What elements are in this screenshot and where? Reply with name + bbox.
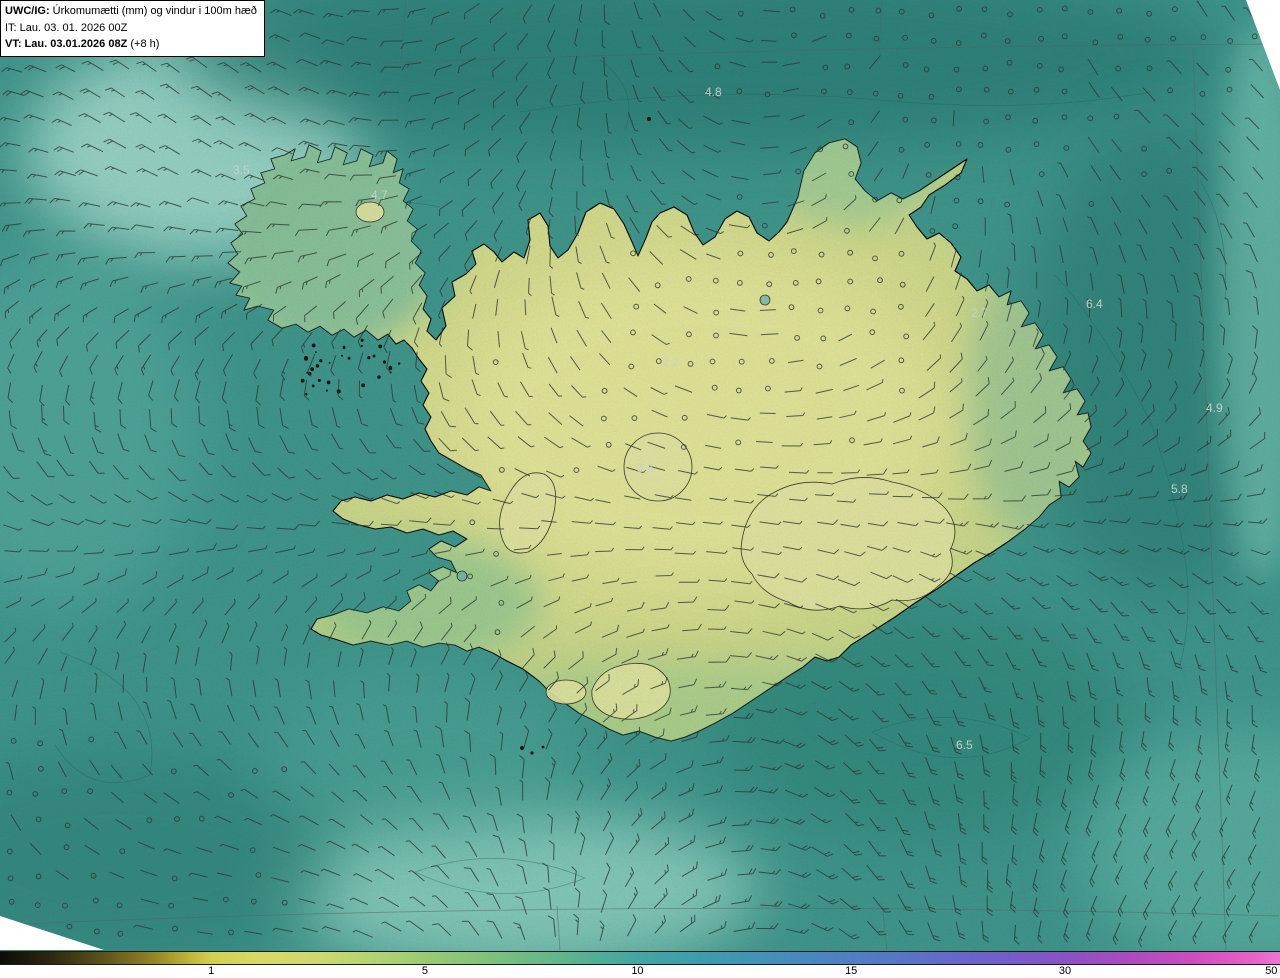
contour-label: 2.2	[662, 355, 679, 369]
contour-label: 4.8	[705, 85, 722, 99]
contour-label: 6.5	[956, 738, 973, 752]
colorbar: 1 5 10 15 30 50	[0, 951, 1280, 978]
contour-label: 4.7	[371, 188, 388, 202]
colorbar-tick-labels: 1 5 10 15 30 50	[0, 965, 1280, 978]
colorbar-tick-label: 5	[421, 965, 429, 977]
contour-label: 6.4	[1086, 297, 1103, 311]
contour-label: 3.6	[637, 461, 654, 475]
model-label: UWC/IG:	[5, 5, 50, 17]
contour-label: 2.7	[971, 306, 988, 320]
product-title: Úrkomumætti (mm) og vindur i 100m hæð	[52, 5, 257, 17]
colorbar-tick-label: 15	[845, 965, 858, 977]
init-time-line: IT: Lau. 03. 01. 2026 00Z	[5, 21, 128, 34]
contour-label: 5.8	[1171, 482, 1188, 496]
colorbar-tick-label: 1	[208, 965, 215, 977]
valid-time-line: VT: Lau. 03.01.2026 08Z (+8 h)	[5, 36, 257, 53]
colorbar-tick-label: 10	[631, 965, 644, 977]
valid-offset: (+8 h)	[130, 38, 160, 50]
colorbar-gradient-bar	[0, 951, 1280, 965]
colorbar-tick-label: 50	[1265, 965, 1278, 977]
map-info-box: UWC/IG: Úrkomumætti (mm) og vindur i 100…	[0, 0, 265, 57]
map-canvas: 4.8 3.5 4.7 6.4 2.7 2.2 4.9 3.6 5.8 6.5	[0, 0, 1280, 951]
texture-overlay	[0, 0, 1280, 951]
weather-map-page: 4.8 3.5 4.7 6.4 2.7 2.2 4.9 3.6 5.8 6.5 UWC/IG: Ú…	[0, 0, 1280, 978]
title-line: UWC/IG: Úrkomumætti (mm) og vindur i 100…	[5, 3, 257, 20]
contour-label: 4.9	[1206, 401, 1223, 415]
colorbar-tick-label: 30	[1058, 965, 1072, 977]
contour-label: 3.5	[233, 163, 250, 177]
valid-time: VT: Lau. 03.01.2026 08Z	[5, 38, 128, 50]
